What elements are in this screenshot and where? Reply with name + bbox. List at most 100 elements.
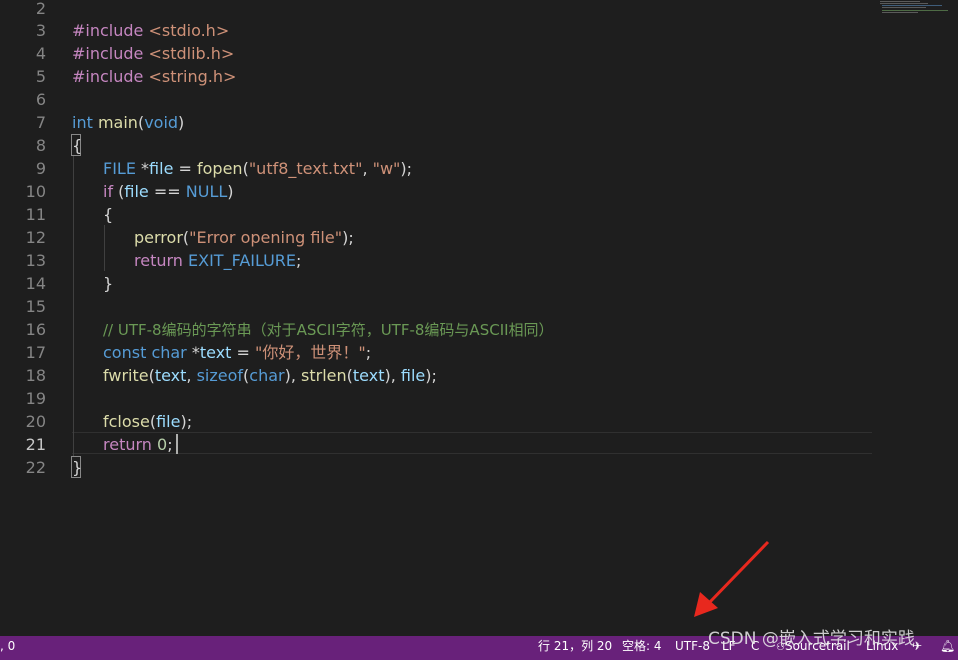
include-directive: #include (72, 67, 144, 86)
function-name: fwrite (103, 366, 149, 385)
control-keyword: if (103, 182, 114, 201)
brace: } (103, 274, 114, 293)
code-line-16[interactable]: // UTF-8编码的字符串（对于ASCII字符，UTF-8编码与ASCII相同… (103, 318, 554, 341)
line-number: 22 (25, 458, 46, 477)
comment: // UTF-8编码的字符串（对于ASCII字符，UTF-8编码与ASCII相同… (103, 321, 554, 339)
current-line-highlight (72, 432, 872, 454)
line-number-gutter[interactable]: 2 3 4 5 6 7 8 9 10 11 12 13 14 15 16 17 … (0, 0, 52, 636)
text-cursor (176, 434, 178, 454)
punctuation: ); (400, 159, 413, 178)
punctuation: ( (113, 182, 125, 201)
function-name: main (97, 113, 138, 132)
control-keyword: return (103, 435, 152, 454)
function-name: strlen (301, 366, 347, 385)
control-keyword: return (134, 251, 183, 270)
code-line-13[interactable]: return EXIT_FAILURE; (134, 249, 301, 272)
indent-guide-level1 (73, 156, 74, 456)
code-line-11[interactable]: { (103, 203, 113, 226)
watermark: CSDN @嵌入式学习和实践 (708, 629, 915, 649)
code-line-14[interactable]: } (103, 272, 113, 295)
brace: { (103, 205, 114, 224)
code-line-3[interactable]: #include <stdio.h> (72, 19, 229, 42)
status-cursor-position[interactable]: 行 21，列 20 (538, 636, 612, 660)
punctuation: * (135, 159, 150, 178)
punctuation: , (362, 159, 373, 178)
code-editor[interactable]: 2 3 4 5 6 7 8 9 10 11 12 13 14 15 16 17 … (0, 0, 958, 636)
variable: file (124, 182, 149, 201)
punctuation: * (186, 343, 200, 362)
number-literal: 0 (157, 435, 168, 454)
variable: text (154, 366, 187, 385)
code-line-8[interactable]: { (72, 134, 82, 157)
punctuation: ; (365, 343, 372, 362)
variable: text (199, 343, 232, 362)
code-line-9[interactable]: FILE *file = fopen("utf8_text.txt", "w")… (103, 157, 412, 180)
status-indentation[interactable]: 空格: 4 (622, 636, 662, 660)
type-keyword: char (151, 343, 187, 362)
punctuation: ; (296, 251, 302, 270)
include-directive: #include (72, 21, 144, 40)
code-line-10[interactable]: if (file == NULL) (103, 180, 234, 203)
header-name: <string.h> (143, 67, 237, 86)
type-keyword: int (72, 113, 93, 132)
macro-constant: EXIT_FAILURE (188, 251, 297, 270)
line-number: 2 (35, 0, 46, 18)
status-encoding[interactable]: UTF-8 (675, 636, 710, 660)
punctuation: == (148, 182, 186, 201)
line-number: 19 (25, 389, 46, 408)
minimap-line (880, 1, 920, 2)
line-number: 18 (25, 366, 46, 385)
minimap[interactable] (880, 0, 950, 20)
type-keyword: void (144, 113, 179, 132)
notification-bell-icon[interactable]: 🔔︎ (940, 636, 955, 660)
punctuation: = (173, 159, 197, 178)
string-literal: "utf8_text.txt" (248, 159, 363, 178)
line-number: 20 (25, 412, 46, 431)
punctuation: ), (384, 366, 401, 385)
code-line-20[interactable]: fclose(file); (103, 410, 192, 433)
variable: file (149, 159, 174, 178)
line-number: 5 (35, 67, 46, 86)
code-line-7[interactable]: int main(void) (72, 111, 184, 134)
code-line-5[interactable]: #include <string.h> (72, 65, 236, 88)
status-left-text[interactable]: , 0 (0, 636, 15, 660)
operator-keyword: sizeof (196, 366, 244, 385)
line-number: 13 (25, 251, 46, 270)
type-keyword: FILE (103, 159, 136, 178)
type-keyword: const (103, 343, 147, 362)
line-number: 14 (25, 274, 46, 293)
code-line-12[interactable]: perror("Error opening file"); (134, 226, 354, 249)
brace: } (72, 458, 83, 477)
punctuation: ); (342, 228, 354, 247)
string-literal: "w" (372, 159, 401, 178)
minimap-line (882, 5, 942, 6)
indent-guide-level2 (104, 225, 105, 271)
punctuation: = (231, 343, 256, 362)
string-literal: "Error opening file" (189, 228, 343, 247)
minimap-line (882, 10, 948, 11)
punctuation: , (186, 366, 197, 385)
line-number: 16 (25, 320, 46, 339)
code-line-21[interactable]: return 0; (103, 433, 173, 456)
minimap-line (882, 12, 918, 13)
type-keyword: char (249, 366, 285, 385)
include-directive: #include (72, 44, 144, 63)
punctuation: ) (178, 113, 185, 132)
function-name: fclose (103, 412, 150, 431)
line-number: 9 (35, 159, 46, 178)
line-number: 7 (35, 113, 46, 132)
line-number: 12 (25, 228, 46, 247)
variable: file (156, 412, 181, 431)
punctuation: ); (180, 412, 193, 431)
string-literal: "你好，世界！" (255, 343, 366, 362)
line-number: 10 (25, 182, 46, 201)
code-line-18[interactable]: fwrite(text, sizeof(char), strlen(text),… (103, 364, 437, 387)
line-number: 15 (25, 297, 46, 316)
header-name: <stdio.h> (143, 21, 230, 40)
line-number: 3 (35, 21, 46, 40)
code-line-4[interactable]: #include <stdlib.h> (72, 42, 234, 65)
line-number: 6 (35, 90, 46, 109)
code-line-17[interactable]: const char *text = "你好，世界！"; (103, 341, 371, 364)
function-name: fopen (197, 159, 243, 178)
code-line-22[interactable]: } (72, 456, 82, 479)
